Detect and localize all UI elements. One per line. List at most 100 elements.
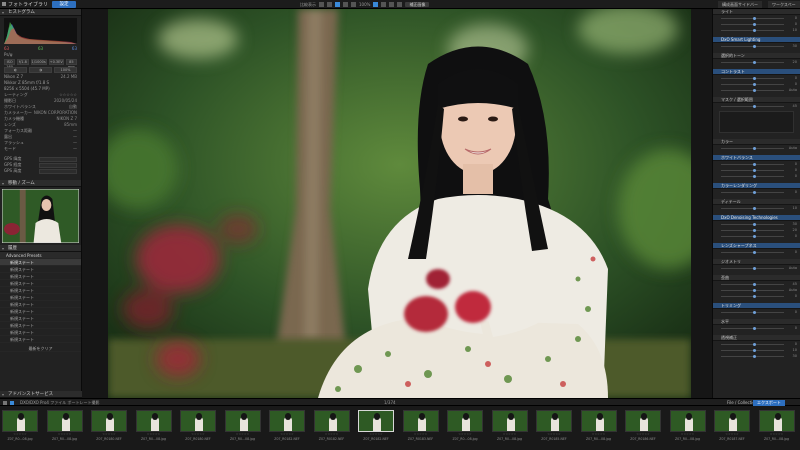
history-item[interactable]: 新規ステート [0, 315, 81, 322]
slider-value[interactable]: Auto [787, 87, 797, 93]
history-item[interactable]: 新規ステート [0, 294, 81, 301]
slider-track[interactable] [721, 354, 784, 358]
filmstrip-thumbnail[interactable]: ☆☆☆☆☆ Z07_R0183.NEF [402, 410, 439, 448]
filmstrip-thumbnail[interactable]: ☆☆☆☆☆ Z07_R0185.NEF [536, 410, 572, 448]
mask-preview-box[interactable] [719, 111, 794, 133]
history-item[interactable]: 新規ステート [0, 322, 81, 329]
library-title[interactable]: フォトライブラリ [8, 1, 48, 8]
history-item[interactable]: 新規ステート [0, 266, 81, 273]
workspace-tab[interactable]: ワークスペース [768, 1, 800, 14]
navigator-header[interactable]: 移動 / ズーム [0, 180, 81, 187]
history-item[interactable]: 新規ステート [0, 287, 81, 294]
highlight-clip-button[interactable]: ◑ [29, 67, 52, 73]
filmstrip-thumbnail[interactable]: ☆☆☆☆☆ Z07_R0180.NEF [180, 410, 216, 448]
filmstrip-thumbnail[interactable]: ☆☆☆☆☆ Z07_R0187.NEF [714, 410, 750, 448]
history-group[interactable]: Advanced Presets [0, 252, 81, 259]
thumbnail-image[interactable] [358, 410, 394, 432]
filmstrip-thumbnail[interactable]: ☆☆☆☆☆ Z07_R0182.NEF [358, 410, 394, 448]
history-header[interactable]: 履歴 [0, 245, 81, 252]
slider-value[interactable]: 0 [787, 309, 797, 315]
filmstrip-thumbnail[interactable]: ☆☆☆☆☆ Z07_R0...08.jpg [491, 410, 528, 448]
slider-track[interactable] [721, 60, 784, 64]
thumbnail-image[interactable] [402, 410, 439, 432]
slider-track[interactable] [721, 44, 784, 48]
correction-section-header[interactable]: カラーレンダリング [713, 183, 800, 189]
correction-section-header[interactable]: 選択的トーン [713, 53, 800, 59]
correction-section-header[interactable]: カラー [713, 139, 800, 145]
metadata-value[interactable]: — [73, 146, 77, 152]
slider-value[interactable]: 20 [787, 59, 797, 65]
history-item[interactable]: 新規ステート [0, 280, 81, 287]
slider-track[interactable] [721, 326, 784, 330]
slider-track[interactable] [721, 206, 784, 210]
slider-value[interactable]: Auto [787, 265, 797, 271]
correction-section-header[interactable]: コントラスト [713, 69, 800, 75]
slider-track[interactable] [721, 342, 784, 346]
thumbnail-image[interactable] [46, 410, 83, 432]
filmstrip-thumbnail[interactable]: ☆☆☆☆☆ Z07_R0182.NEF [313, 410, 350, 448]
thumbnail-image[interactable] [91, 410, 127, 432]
filter-icon[interactable] [10, 401, 14, 405]
slider-track[interactable] [721, 16, 784, 20]
thumbnail-image[interactable] [2, 410, 38, 432]
correction-section-header[interactable]: マスク / 選択範囲 [713, 97, 800, 103]
slider-track[interactable] [721, 348, 784, 352]
slider-value[interactable]: 0 [787, 325, 797, 331]
correction-section-header[interactable]: 水平 [713, 319, 800, 325]
slider-track[interactable] [721, 282, 784, 286]
thumbnail-image[interactable] [491, 410, 528, 432]
correction-section-header[interactable]: ホワイトバランス [713, 155, 800, 161]
correction-section-header[interactable]: DxO Smart Lighting [713, 37, 800, 43]
slider-track[interactable] [721, 310, 784, 314]
history-item[interactable]: 新規ステート [0, 301, 81, 308]
thumbnail-image[interactable] [135, 410, 172, 432]
filmstrip-thumbnail[interactable]: ☆☆☆☆☆ Z07_R0180.NEF [91, 410, 127, 448]
slider-track[interactable] [721, 104, 784, 108]
thumbnail-image[interactable] [447, 410, 483, 432]
slider-value[interactable]: 10 [787, 27, 797, 33]
navigator-preview[interactable] [2, 189, 79, 243]
filmstrip-thumbnail[interactable]: ☆☆☆☆☆ Z07_R0...08.jpg [46, 410, 83, 448]
thumbnail-image[interactable] [758, 410, 795, 432]
filmstrip-thumbnail[interactable]: ☆☆☆☆☆ Z07_R0182.NEF [269, 410, 305, 448]
slider-track[interactable] [721, 222, 784, 226]
filmstrip-thumbnail[interactable]: ☆☆☆☆☆ Z07_R0186.NEF [625, 410, 661, 448]
slider-value[interactable]: 0 [787, 233, 797, 239]
slider-track[interactable] [721, 22, 784, 26]
slider-value[interactable]: 30 [787, 353, 797, 359]
white-balance-icon[interactable] [351, 2, 356, 7]
slider-track[interactable] [721, 76, 784, 80]
gps-field[interactable] [39, 156, 77, 162]
slider-track[interactable] [721, 266, 784, 270]
compare-icon[interactable] [319, 2, 324, 7]
zoom-level[interactable]: 100% [359, 2, 370, 7]
filmstrip-thumbnail[interactable]: ☆☆☆☆☆ Z07_R0...08.jpg [580, 410, 617, 448]
filmstrip-thumbnail[interactable]: ☆☆☆☆☆ Z07_R0...08.jpg [2, 410, 38, 448]
corrected-image-button[interactable]: 補正画像 [405, 2, 430, 7]
slider-track[interactable] [721, 288, 784, 292]
slider-track[interactable] [721, 82, 784, 86]
slider-value[interactable]: 30 [787, 43, 797, 49]
crop-tool-icon[interactable] [335, 2, 340, 7]
correction-section-header[interactable]: トリミング [713, 303, 800, 309]
thumbnail-image[interactable] [269, 410, 305, 432]
filmstrip-thumbnail[interactable]: ☆☆☆☆☆ Z07_R0...08.jpg [224, 410, 261, 448]
gps-field[interactable] [39, 168, 77, 174]
slider-track[interactable] [721, 294, 784, 298]
thumbnail-image[interactable] [313, 410, 350, 432]
filmstrip-thumbnail[interactable]: ☆☆☆☆☆ Z07_R0...08.jpg [669, 410, 706, 448]
thumbnail-image[interactable] [669, 410, 706, 432]
sidebar-config-tab[interactable]: 構成画面サイドバー [718, 1, 762, 8]
correction-section-header[interactable]: レンズシャープネス [713, 243, 800, 249]
thumbnail-image[interactable] [536, 410, 572, 432]
rotate-icon[interactable] [343, 2, 348, 7]
slider-track[interactable] [721, 162, 784, 166]
compare-mode-label[interactable]: 比較表示 [300, 2, 316, 7]
correction-section-header[interactable]: DxO Denoising Technologies [713, 215, 800, 221]
correction-section-header[interactable]: ライト [713, 9, 800, 15]
slider-value[interactable]: 0 [787, 189, 797, 195]
history-item[interactable]: 新規ステート [0, 329, 81, 336]
histogram-header[interactable]: ヒストグラム [0, 9, 81, 16]
slider-track[interactable] [721, 88, 784, 92]
slider-track[interactable] [721, 146, 784, 150]
